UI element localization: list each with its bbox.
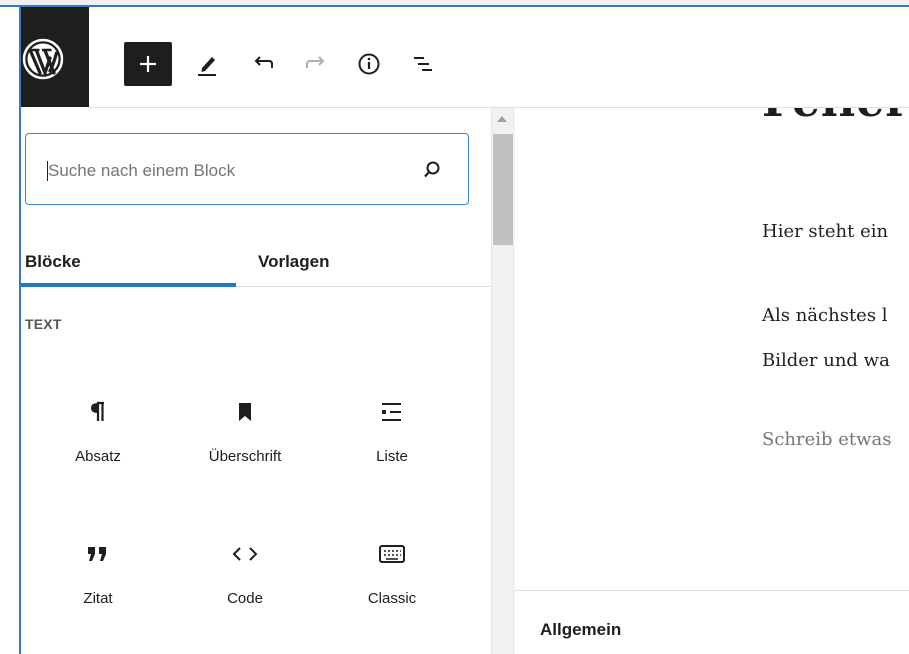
- code-icon: [180, 540, 310, 568]
- paragraph-block[interactable]: Als nächstes l: [762, 305, 888, 326]
- search-icon[interactable]: [420, 158, 444, 182]
- paragraph-icon: [33, 398, 163, 426]
- block-item-quote[interactable]: Zitat: [33, 540, 163, 630]
- block-label: Zitat: [83, 590, 113, 607]
- tab-patterns[interactable]: Vorlagen: [258, 238, 329, 286]
- block-item-paragraph[interactable]: Absatz: [33, 398, 163, 488]
- block-category-label: TEXT: [25, 316, 62, 332]
- undo-icon: [254, 56, 273, 68]
- tools-button[interactable]: [187, 44, 227, 84]
- keyboard-icon: [327, 540, 457, 568]
- block-search-input[interactable]: [48, 157, 388, 185]
- undo-button[interactable]: [243, 44, 283, 84]
- text-cursor: [47, 161, 48, 181]
- meta-panel-title[interactable]: Allgemein: [540, 620, 621, 640]
- meta-panel-divider: [515, 590, 909, 591]
- empty-paragraph-placeholder[interactable]: Schreib etwas: [762, 429, 892, 450]
- block-item-code[interactable]: Code: [180, 540, 310, 630]
- block-inserter-toggle-button[interactable]: [124, 42, 172, 86]
- block-item-heading[interactable]: Überschrift: [180, 398, 310, 488]
- editor-canvas: [515, 108, 909, 654]
- block-item-list[interactable]: Liste: [327, 398, 457, 488]
- info-icon: [358, 53, 380, 75]
- details-button[interactable]: [349, 44, 389, 84]
- block-label: Überschrift: [208, 448, 282, 465]
- paragraph-block[interactable]: Hier steht ein: [762, 221, 888, 242]
- list-icon: [327, 398, 457, 426]
- pencil-icon: [198, 57, 216, 76]
- paragraph-block[interactable]: Bilder und wa: [762, 350, 890, 371]
- block-item-classic[interactable]: Classic: [327, 540, 457, 630]
- block-label: Code: [227, 590, 263, 607]
- redo-button[interactable]: [296, 44, 336, 84]
- redo-icon: [306, 56, 325, 68]
- block-label: Absatz: [75, 448, 121, 465]
- bookmark-icon: [180, 398, 310, 426]
- block-label: Classic: [367, 590, 417, 607]
- plus-icon: [140, 56, 156, 72]
- wordpress-logo-icon: [22, 38, 64, 80]
- list-view-button[interactable]: [403, 44, 443, 84]
- scrollbar-thumb[interactable]: [493, 134, 513, 245]
- quote-icon: [33, 540, 163, 568]
- active-tab-indicator: [21, 283, 236, 287]
- scroll-up-arrow-icon[interactable]: [497, 116, 507, 122]
- list-view-icon: [414, 57, 432, 71]
- block-label: Liste: [376, 448, 408, 465]
- tab-blocks[interactable]: Blöcke: [25, 238, 81, 286]
